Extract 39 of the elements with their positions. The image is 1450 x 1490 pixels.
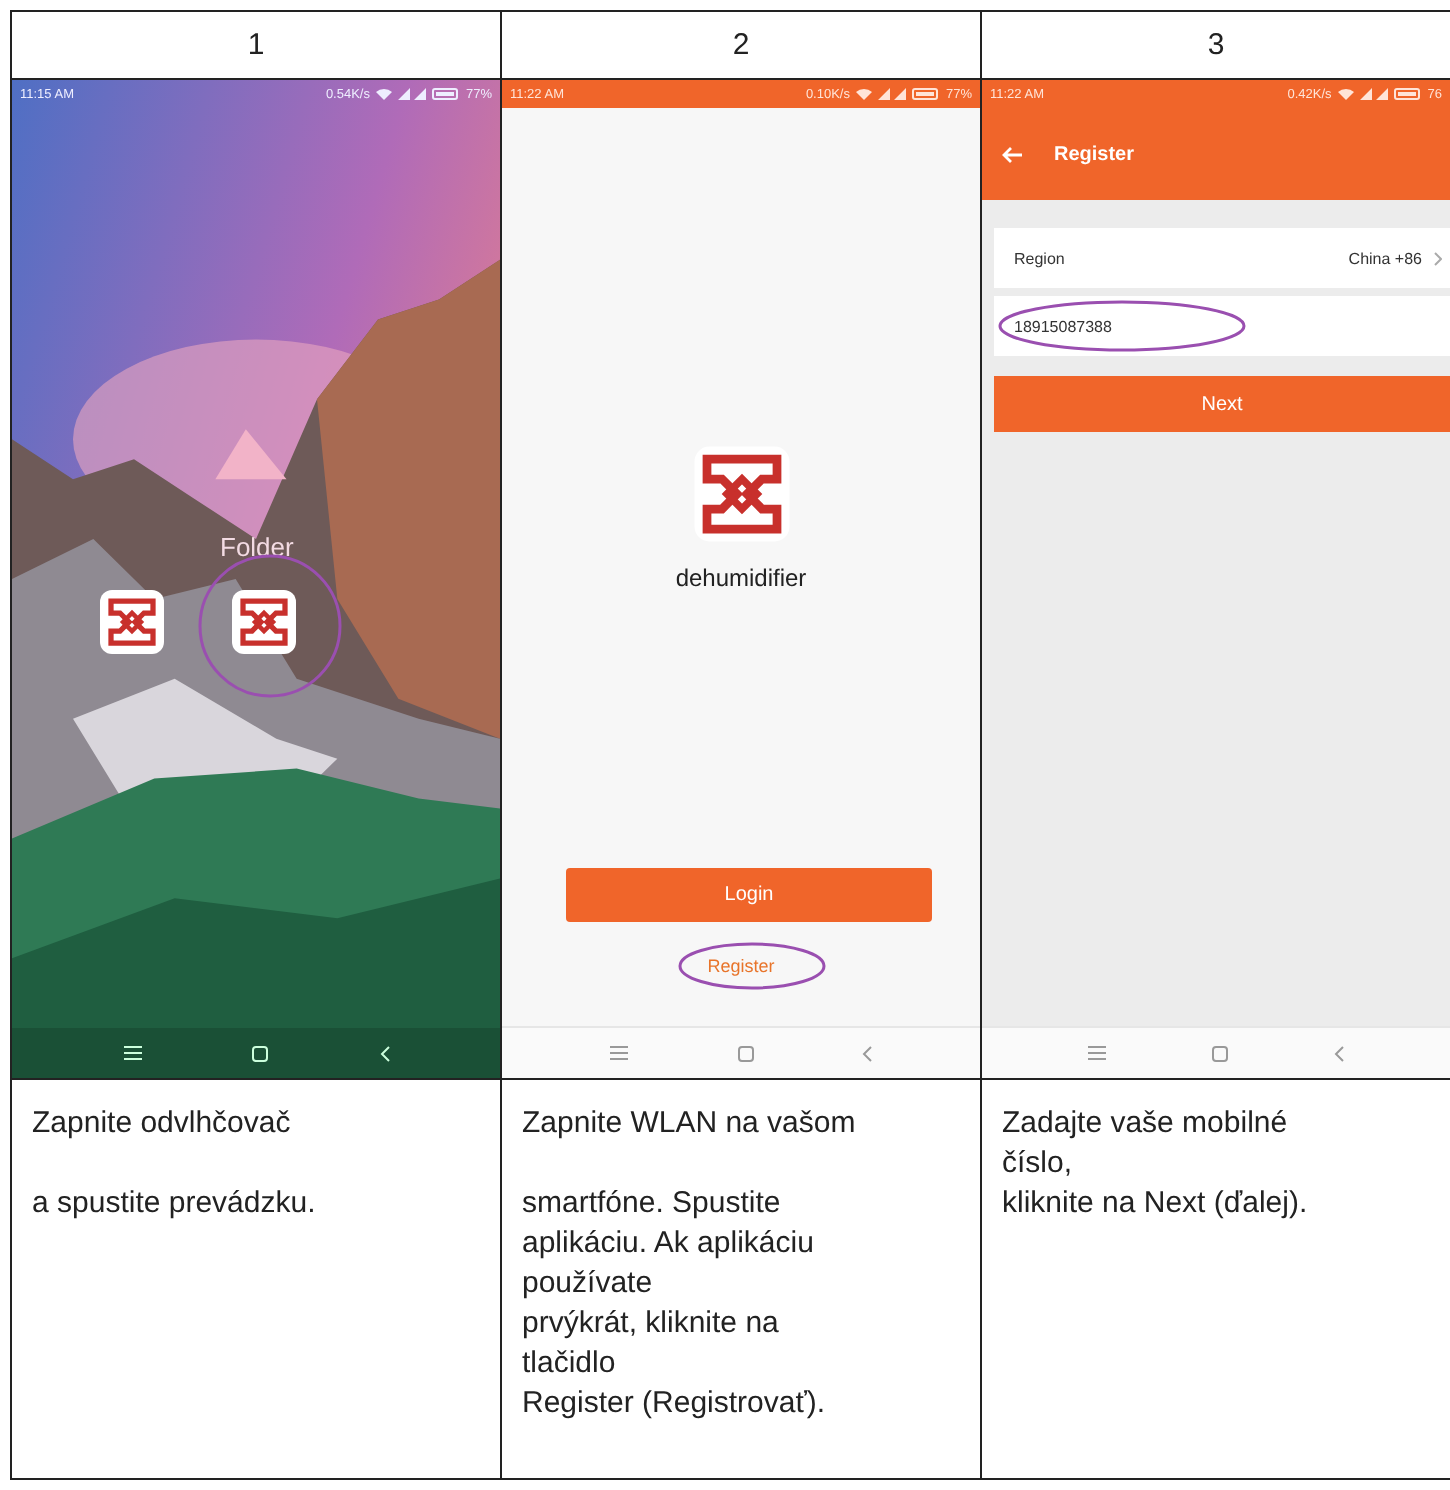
instruction-text: Zadajte vaše mobilné <box>1002 1104 1290 1144</box>
signal-icon <box>397 88 426 100</box>
signal-icon <box>1359 88 1388 100</box>
screen-title: Register <box>1054 143 1135 165</box>
instruction-text: číslo, <box>1002 1144 1075 1184</box>
instruction-text: Zapnite WLAN na vašom <box>522 1104 858 1144</box>
next-button[interactable]: Next <box>994 376 1450 432</box>
app-logo-icon <box>691 444 791 544</box>
folder-label: Folder <box>220 532 296 562</box>
app-icon[interactable] <box>232 590 296 654</box>
app-name: dehumidifier <box>673 564 809 592</box>
wifi-icon <box>855 88 872 100</box>
instruction-text: Register (Registrovať). <box>522 1384 828 1424</box>
instruction-text: aplikáciu. Ak aplikáciu <box>522 1224 816 1264</box>
wifi-icon <box>1337 88 1354 100</box>
instruction-text: prvýkrát, kliknite na <box>522 1304 781 1344</box>
instruction-text: kliknite na Next (ďalej). <box>1002 1184 1310 1224</box>
back-arrow-icon[interactable] <box>1002 145 1022 163</box>
signal-icon <box>877 88 906 100</box>
battery-icon <box>1393 88 1422 100</box>
chevron-right-icon <box>1434 251 1442 265</box>
instruction-text: tlačidlo <box>522 1344 618 1384</box>
app-logo-icon <box>102 592 162 652</box>
login-button[interactable]: Login <box>566 868 932 922</box>
instruction-text: používate <box>522 1264 655 1304</box>
region-label: Region <box>1014 249 1065 267</box>
phone-number: 18915087388 <box>1014 317 1112 335</box>
instruction-text: a spustite prevádzku. <box>32 1184 318 1224</box>
instruction-text: Zapnite odvlhčovač <box>32 1104 293 1144</box>
app-icon[interactable] <box>100 590 164 654</box>
wifi-icon <box>375 88 392 100</box>
instruction-text: smartfóne. Spustite <box>522 1184 783 1224</box>
phone-input-field[interactable]: 18915087388 <box>994 296 1450 356</box>
region-value: China +86 <box>1348 249 1422 267</box>
battery-icon <box>911 88 940 100</box>
register-link[interactable]: Register <box>707 956 775 976</box>
battery-icon <box>431 88 460 100</box>
region-selector[interactable]: Region China +86 <box>994 228 1450 288</box>
app-logo-icon <box>234 592 294 652</box>
